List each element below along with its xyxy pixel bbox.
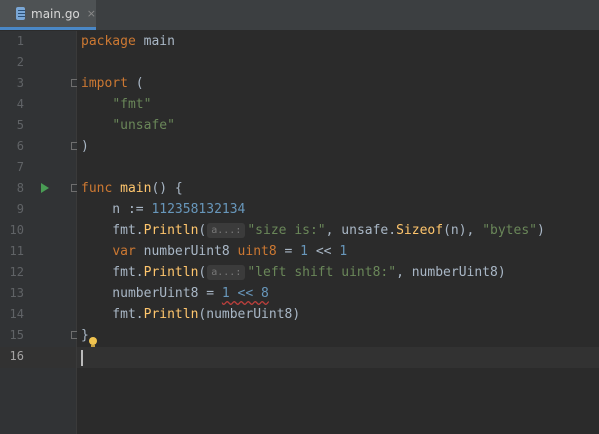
code-token: (n), — [443, 223, 483, 238]
code-line[interactable]: fmt.Println(a...: "size is:", unsafe.Size… — [81, 220, 545, 241]
code-token: (numberUint8) — [198, 307, 301, 322]
code-line[interactable]: func main() { — [81, 178, 183, 199]
code-token: 1 — [339, 244, 348, 259]
code-token: 1 << 8 — [221, 286, 269, 301]
go-file-icon — [16, 7, 26, 20]
code-token: package — [81, 34, 136, 49]
code-token: 1 — [300, 244, 308, 259]
code-token: Println — [143, 223, 199, 238]
line-number: 9 — [16, 202, 24, 216]
close-icon[interactable]: × — [87, 8, 96, 19]
line-number: 14 — [9, 307, 24, 321]
code-token: } — [81, 328, 89, 343]
line-number: 13 — [9, 286, 24, 300]
code-token: ) — [537, 223, 545, 238]
code-token: "left shift uint8:" — [247, 265, 397, 280]
code-token: n := — [81, 202, 152, 217]
code-token: uint8 — [237, 244, 277, 259]
code-token: Println — [143, 265, 199, 280]
code-token: "bytes" — [482, 223, 537, 238]
code-token: var — [112, 244, 136, 259]
line-number: 1 — [16, 34, 24, 48]
line-number: 4 — [16, 97, 24, 111]
code-token: import — [81, 76, 128, 91]
code-token: , unsafe. — [325, 223, 397, 238]
code-token: ( — [127, 76, 144, 91]
code-token: , numberUint8) — [396, 265, 506, 280]
code-token: numberUint8 = — [81, 286, 222, 301]
code-token: func — [81, 181, 113, 196]
line-number: 2 — [16, 55, 24, 69]
code-line[interactable]: ) — [81, 136, 89, 157]
code-line[interactable]: import ( — [81, 73, 144, 94]
code-editor[interactable]: package main import ( "fmt" "unsafe") func… — [77, 31, 599, 434]
code-line[interactable]: "fmt" — [81, 94, 151, 115]
text-caret — [81, 350, 83, 366]
line-number: 7 — [16, 160, 24, 174]
code-token: fmt. — [81, 307, 144, 322]
code-token: Println — [143, 307, 199, 322]
code-token: () { — [151, 181, 183, 196]
tab-label: main.go — [31, 6, 80, 21]
code-line[interactable]: package main — [81, 31, 175, 52]
code-token: ) — [81, 139, 89, 154]
code-token: numberUint8 — [135, 244, 238, 259]
code-line[interactable]: } — [81, 325, 89, 346]
tab-main-go[interactable]: main.go × — [0, 0, 96, 30]
line-number: 11 — [9, 244, 24, 258]
code-token: << — [308, 244, 340, 259]
line-number: 16 — [9, 349, 24, 363]
editor-tab-bar: main.go × — [0, 0, 599, 31]
run-arrow-icon[interactable] — [41, 183, 49, 193]
code-token: main — [135, 34, 175, 49]
code-token: ( — [198, 265, 207, 280]
current-line-highlight — [77, 347, 599, 368]
line-number: 15 — [9, 328, 24, 342]
code-token: ( — [198, 223, 207, 238]
code-line[interactable]: fmt.Println(a...: "left shift uint8:", nu… — [81, 262, 506, 283]
lightbulb-icon[interactable] — [89, 337, 97, 347]
line-number: 10 — [9, 223, 24, 237]
code-token: fmt. — [81, 265, 144, 280]
code-line[interactable]: "unsafe" — [81, 115, 175, 136]
parameter-hint: a...: — [207, 223, 246, 238]
code-token: "size is:" — [247, 223, 326, 238]
code-line[interactable]: n := 112358132134 — [81, 199, 245, 220]
code-line[interactable]: numberUint8 = 1 << 8 — [81, 283, 269, 304]
line-number: 6 — [16, 139, 24, 153]
line-number-gutter[interactable]: 1 2 3 4 5 6 7 8 9 10 11 12 13 14 15 16 — [0, 31, 79, 434]
code-line[interactable]: fmt.Println(numberUint8) — [81, 304, 300, 325]
code-token: 112358132134 — [151, 202, 246, 217]
line-number: 3 — [16, 76, 24, 90]
line-number: 12 — [9, 265, 24, 279]
code-token: "unsafe" — [112, 118, 175, 133]
code-token: = — [276, 244, 301, 259]
parameter-hint: a...: — [207, 265, 246, 280]
code-token: Sizeof — [396, 223, 444, 238]
code-token: main — [120, 181, 152, 196]
line-number: 8 — [16, 181, 24, 195]
line-number: 5 — [16, 118, 24, 132]
code-token: fmt. — [81, 223, 144, 238]
code-token: "fmt" — [112, 97, 152, 112]
code-line[interactable]: var numberUint8 uint8 = 1 << 1 — [81, 241, 347, 262]
